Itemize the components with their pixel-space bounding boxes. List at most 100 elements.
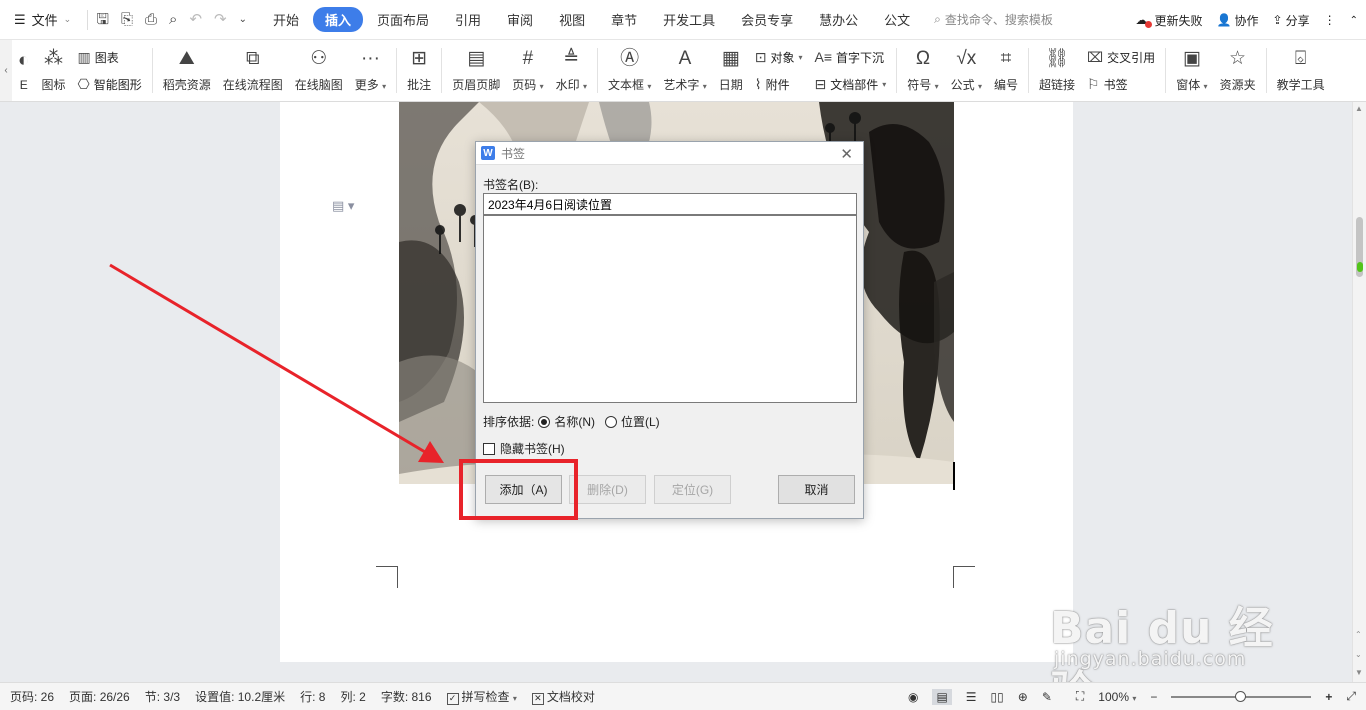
icon-button[interactable]: ⁂ 图标 [35,40,71,101]
paragraph-layout-icon[interactable]: ▤ ▾ [332,198,354,214]
bookmark-name-input[interactable] [483,193,857,215]
pages-indicator[interactable]: 页面: 26/26 [69,688,130,705]
docer-button[interactable]: ⛰ 稻壳资源 [157,40,217,101]
page-indicator[interactable]: 页码: 26 [10,688,54,705]
vertical-scrollbar[interactable]: ▲ ⌃ ⌄ ▼ [1352,102,1366,682]
header-footer-button[interactable]: ▤ 页眉页脚 [446,40,506,101]
tab-section[interactable]: 章节 [599,7,649,32]
web-view-icon[interactable]: ⊕ [1018,690,1028,704]
wps-logo-icon: W [481,146,495,160]
tab-home[interactable]: 开始 [261,7,311,32]
page-view-icon[interactable]: ▤ [932,688,952,705]
collab-button[interactable]: 👤 协作 [1217,12,1259,29]
tab-official-doc[interactable]: 公文 [872,7,922,32]
update-status-button[interactable]: ☁ 更新失败 [1136,12,1203,29]
dialog-titlebar[interactable]: W 书签 [476,142,863,165]
scroll-up-page-icon[interactable]: ⌃ [1355,630,1362,639]
scroll-up-icon[interactable]: ▲ [1355,104,1363,113]
undo-icon[interactable]: ↶ [189,10,202,30]
close-icon[interactable]: ✕ [840,145,853,163]
watermark-button[interactable]: ≜ 水印 ▾ [550,40,593,101]
print-preview-icon[interactable]: ⌕ [169,10,177,30]
tab-page-layout[interactable]: 页面布局 [365,7,441,32]
zoom-out-icon[interactable]: − [1150,690,1157,704]
fullscreen-icon[interactable]: ⤢ [1346,689,1356,704]
tab-insert[interactable]: 插入 [313,7,364,32]
form-button[interactable]: ▣ 窗体 ▾ [1170,40,1213,101]
flowchart-button[interactable]: ⧉ 在线流程图 [217,40,289,101]
tab-developer[interactable]: 开发工具 [651,7,727,32]
date-button[interactable]: ▦ 日期 [713,40,749,101]
symbol-button[interactable]: Ω 符号 ▾ [901,40,944,101]
redo-icon[interactable]: ↷ [214,10,227,30]
zoom-slider[interactable] [1171,690,1312,702]
zoom-level[interactable]: 100% ▾ [1098,690,1136,704]
outline-view-icon[interactable]: ☰ [966,690,977,704]
sort-by-position-label[interactable]: 位置(L) [621,413,660,430]
resource-button[interactable]: ☆ 资源夹 [1214,40,1262,101]
file-menu[interactable]: ☰ 文件 ⌄ [0,10,81,29]
more-button[interactable]: ··· 更多 ▾ [349,40,392,101]
sort-by-name-label[interactable]: 名称(N) [554,413,595,430]
sort-by-position-radio[interactable] [605,415,618,428]
goto-button[interactable]: 定位(G) [654,475,731,504]
shapes-button[interactable]: ◐ E [12,40,35,101]
collapse-ribbon-icon[interactable]: ⌃ [1350,15,1358,26]
scroll-down-icon[interactable]: ▼ [1355,668,1363,677]
export-pdf-icon[interactable]: ⎘ [121,10,133,30]
setting-indicator[interactable]: 设置值: 10.2厘米 [195,688,285,705]
sort-by-name-radio[interactable] [538,415,551,428]
tab-member[interactable]: 会员专享 [729,7,805,32]
spellcheck-button[interactable]: ✓ 拼写检查 ▾ [446,688,517,705]
section-indicator[interactable]: 节: 3/3 [145,688,180,705]
spellcheck-label: 拼写检查 [461,690,510,704]
ribbon-scroll-left[interactable]: ‹ [0,40,12,101]
flowchart-label: 在线流程图 [222,78,283,92]
formula-button[interactable]: √x 公式 ▾ [945,40,988,101]
smartart-button[interactable]: ⎔ 智能图形 [78,76,142,93]
print-icon[interactable]: ⎙ [145,10,157,30]
more-options-icon[interactable]: ⋮ [1324,13,1336,27]
bookmark-list[interactable] [483,215,857,403]
command-search[interactable]: ⌕ 查找命令、搜索模板 [934,11,1053,28]
hide-bookmarks-label[interactable]: 隐藏书签(H) [500,440,565,457]
eye-protection-icon[interactable]: ◉ [908,690,918,704]
fit-page-icon[interactable]: ⛶ [1076,689,1084,704]
teaching-button[interactable]: ⌺ 教学工具 [1271,40,1331,101]
bookmark-button[interactable]: ⚐ 书签 [1087,76,1155,93]
docparts-button[interactable]: ⊟ 文档部件 ▾ [814,76,886,93]
flowchart-icon: ⧉ [245,48,260,69]
write-view-icon[interactable]: ✎ [1042,690,1052,704]
zoom-slider-knob[interactable] [1235,690,1247,702]
attachment-button[interactable]: ⌇ 附件 [755,76,803,93]
object-button[interactable]: ⊡ 对象 ▾ [755,49,803,66]
tab-view[interactable]: 视图 [547,7,597,32]
reading-view-icon[interactable]: ▯▯ [991,690,1004,704]
chart-button[interactable]: ▥ 图表 [78,49,142,66]
row-indicator[interactable]: 行: 8 [300,688,325,705]
tab-references[interactable]: 引用 [443,7,493,32]
save-icon[interactable]: 🖫 [96,10,109,30]
tab-review[interactable]: 审阅 [495,7,545,32]
zoom-in-icon[interactable]: + [1325,690,1332,704]
delete-button[interactable]: 删除(D) [569,475,646,504]
hide-bookmarks-checkbox[interactable] [483,442,495,455]
textbox-button[interactable]: Ⓐ 文本框 ▾ [602,40,657,101]
mindmap-button[interactable]: ⚇ 在线脑图 [289,40,349,101]
page-number-button[interactable]: # 页码 ▾ [506,40,549,101]
hyperlink-button[interactable]: ⛓ 超链接 [1033,40,1081,101]
numbering-button[interactable]: ⌗ 编号 [988,40,1024,101]
scroll-down-page-icon[interactable]: ⌄ [1355,650,1362,659]
cancel-button[interactable]: 取消 [778,475,855,504]
customize-icon[interactable]: ⌄ [239,10,247,30]
dropcap-button[interactable]: A≡ 首字下沉 [814,49,886,66]
tab-smart-office[interactable]: 慧办公 [807,7,870,32]
proofread-button[interactable]: ✕ 文档校对 [531,688,595,705]
wordart-button[interactable]: A 艺术字 ▾ [657,40,712,101]
comment-button[interactable]: ⊞ 批注 [401,40,437,101]
col-indicator[interactable]: 列: 2 [340,688,365,705]
word-count[interactable]: 字数: 816 [381,688,432,705]
share-button[interactable]: ⇪ 分享 [1273,12,1310,29]
crossref-button[interactable]: ⌧ 交叉引用 [1087,49,1155,66]
file-menu-label: 文件 [31,13,58,28]
